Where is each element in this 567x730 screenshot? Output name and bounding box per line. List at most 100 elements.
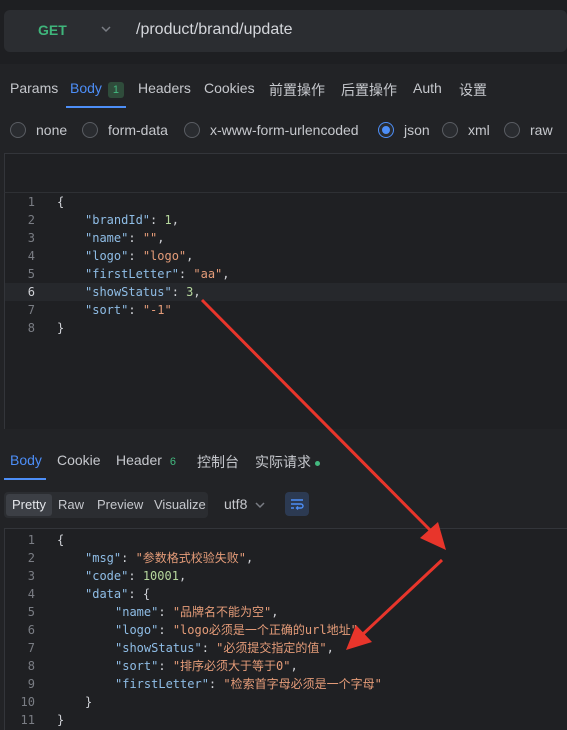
radio-label: none (36, 122, 68, 138)
radio-label: form-data (108, 122, 168, 138)
line-number: 5 (27, 605, 35, 619)
active-response-tab-indicator (4, 478, 46, 480)
body-type-options: none form-data x-www-form-urlencoded jso… (0, 116, 567, 146)
tab-response-body[interactable]: Body (10, 452, 42, 468)
url-input[interactable]: /product/brand/update (136, 21, 293, 39)
code-line: 5 "name": "品牌名不能为空", (5, 603, 567, 621)
tab-headers[interactable]: Headers (138, 80, 191, 96)
line-number: 8 (27, 321, 35, 335)
json-key: "name" (115, 605, 159, 619)
tab-actual-request-label: 实际请求 (255, 454, 311, 470)
code-line: 2 "msg": "参数格式校验失败", (5, 549, 567, 567)
json-sep: : (128, 249, 143, 263)
code-text: } (57, 321, 65, 335)
radio-label: json (404, 122, 430, 138)
json-key: "msg" (85, 551, 122, 565)
json-end: , (326, 641, 334, 655)
radio-none[interactable]: none (10, 122, 67, 138)
radio-raw[interactable]: raw (504, 122, 553, 138)
json-key: "name" (85, 231, 129, 245)
code-line: 7 "sort": "-1" (5, 301, 567, 319)
tab-post-request[interactable]: 后置操作 (341, 80, 397, 100)
json-sep: : (201, 641, 217, 655)
json-number: 10001 (142, 569, 179, 583)
code-text: "firstLetter": "检索首字母必须是一个字母" (115, 675, 382, 693)
code-text: "data": { (85, 585, 150, 603)
code-line: 1{ (5, 531, 567, 549)
encoding-select[interactable]: utf8 (224, 496, 247, 512)
method-select[interactable]: GET (38, 22, 67, 38)
json-string: "logo" (142, 249, 187, 263)
radio-checked-icon (378, 122, 394, 138)
wrap-icon (291, 499, 304, 510)
code-line: 2 "brandId": 1, (5, 211, 567, 229)
json-sep: : (171, 285, 187, 299)
line-number: 9 (27, 677, 35, 691)
tab-params[interactable]: Params (10, 80, 58, 96)
code-line: 1{ (5, 193, 567, 211)
json-end: , (171, 213, 179, 227)
tab-response-header-label: Header (116, 452, 162, 468)
view-mode-segment: Pretty Raw Preview Visualize (4, 492, 208, 518)
json-key: "firstLetter" (85, 267, 179, 281)
radio-urlencoded[interactable]: x-www-form-urlencoded (184, 122, 359, 138)
json-key: "showStatus" (85, 285, 172, 299)
tab-body[interactable]: Body 1 (70, 80, 125, 98)
code-line: 4 "data": { (5, 585, 567, 603)
json-end: , (290, 659, 298, 673)
code-line: 11} (5, 711, 567, 729)
tab-pre-request[interactable]: 前置操作 (269, 80, 325, 100)
tab-body-label: Body (70, 80, 102, 96)
code-text: "name": "品牌名不能为空", (115, 603, 279, 621)
editor-toolbar (4, 153, 567, 193)
view-pretty-button[interactable]: Pretty (6, 494, 52, 516)
word-wrap-button[interactable] (285, 492, 309, 516)
response-body-viewer[interactable]: 1{ 2 "msg": "参数格式校验失败", 3 "code": 10001, 4… (4, 528, 567, 730)
chevron-down-icon[interactable] (100, 23, 112, 35)
line-number: 5 (27, 267, 35, 281)
json-end: , (193, 285, 201, 299)
active-tab-indicator (66, 106, 126, 108)
radio-xml[interactable]: xml (442, 122, 490, 138)
tab-console[interactable]: 控制台 (197, 452, 239, 472)
code-line: 8} (5, 319, 567, 337)
tab-response-cookie[interactable]: Cookie (57, 452, 101, 468)
code-line: 8 "sort": "排序必须大于等于0", (5, 657, 567, 675)
line-number: 1 (27, 533, 35, 547)
json-key: "logo" (115, 623, 159, 637)
line-number: 1 (27, 195, 35, 209)
json-string: "检索首字母必须是一个字母" (223, 677, 382, 691)
json-string: "aa" (193, 267, 223, 281)
tab-cookies[interactable]: Cookies (204, 80, 255, 96)
radio-json[interactable]: json (378, 122, 430, 138)
code-line: 4 "logo": "logo", (5, 247, 567, 265)
tab-actual-request[interactable]: 实际请求 (255, 452, 320, 472)
code-text: "msg": "参数格式校验失败", (85, 549, 253, 567)
line-number: 3 (27, 569, 35, 583)
chevron-down-icon[interactable] (254, 500, 266, 510)
json-key: "showStatus" (115, 641, 202, 655)
header-count-badge: 6 (169, 456, 177, 468)
view-raw-button[interactable]: Raw (52, 494, 90, 516)
radio-circle-icon (184, 122, 200, 138)
top-bar: GET /product/brand/update (0, 0, 567, 64)
json-sep: : (178, 267, 194, 281)
view-visualize-button[interactable]: Visualize (148, 494, 212, 516)
json-end: , (222, 267, 230, 281)
json-key: "firstLetter" (115, 677, 209, 691)
code-text: "logo": "logo必须是一个正确的url地址", (115, 621, 365, 639)
line-number: 4 (27, 587, 35, 601)
tab-settings[interactable]: 设置 (459, 80, 487, 100)
json-key: "data" (85, 587, 129, 601)
code-text: "firstLetter": "aa", (85, 265, 230, 283)
response-tabs: Body Cookie Header 6 控制台 实际请求 (0, 444, 567, 480)
request-body-editor[interactable]: 1{ 2 "brandId": 1, 3 "name": "", 4 "logo": … (4, 193, 567, 429)
tab-response-header[interactable]: Header 6 (116, 452, 178, 470)
json-key: "code" (85, 569, 129, 583)
tab-auth[interactable]: Auth (413, 80, 442, 96)
json-number: 1 (164, 213, 172, 227)
json-string: "品牌名不能为空" (172, 605, 272, 619)
radio-form-data[interactable]: form-data (82, 122, 168, 138)
line-number: 2 (27, 213, 35, 227)
view-preview-button[interactable]: Preview (91, 494, 149, 516)
